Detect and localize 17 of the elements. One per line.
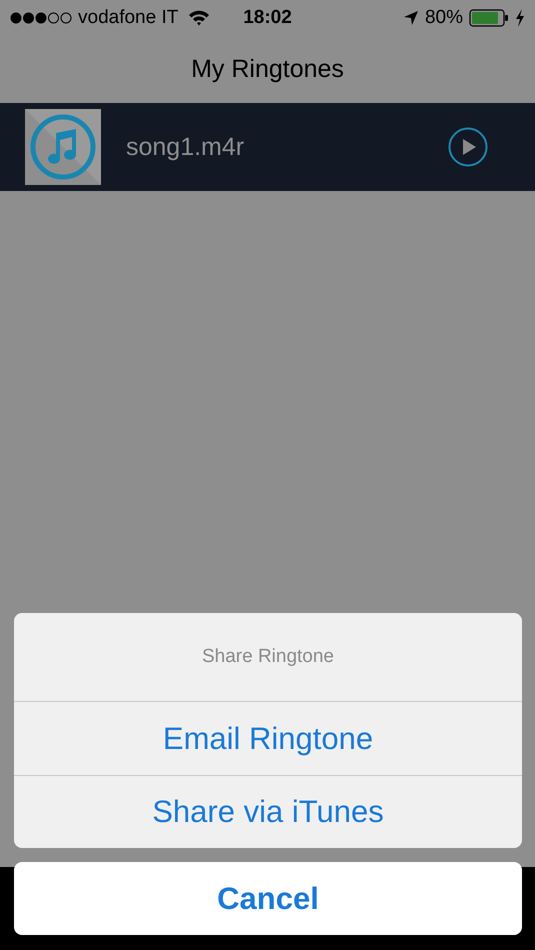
battery-icon <box>469 9 509 27</box>
music-note-icon <box>25 109 101 185</box>
ringtone-name: song1.m4r <box>126 132 246 162</box>
location-arrow-icon <box>402 10 419 26</box>
sheet-title: Share Ringtone <box>202 646 334 668</box>
wifi-icon <box>188 10 210 26</box>
sheet-action[interactable]: Share via iTunes <box>14 775 522 848</box>
ringtone-row[interactable]: song1.m4r <box>0 103 535 191</box>
status-time: 18:02 <box>242 7 293 29</box>
cancel-button[interactable]: Cancel <box>14 862 522 935</box>
battery-percent: 80% <box>424 7 463 29</box>
sheet-action[interactable]: Email Ringtone <box>14 702 522 775</box>
charging-bolt-icon <box>515 9 525 27</box>
play-button[interactable] <box>448 127 488 167</box>
carrier-name: vodafone IT <box>78 7 178 29</box>
screen-title: My Ringtones <box>191 55 344 84</box>
signal-icon <box>10 12 72 24</box>
